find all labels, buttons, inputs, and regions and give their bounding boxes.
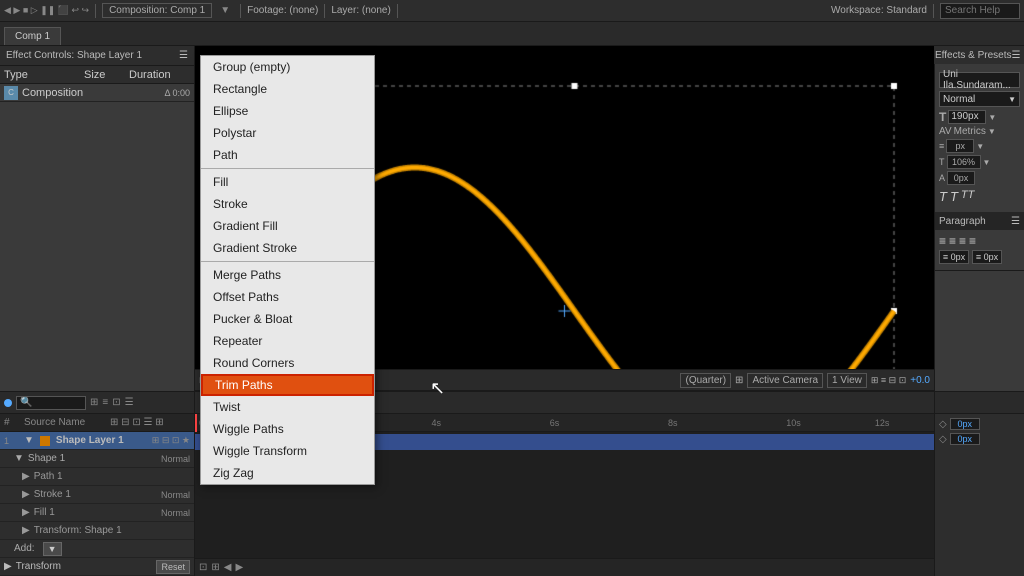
menu-item-gradient_fill[interactable]: Gradient Fill [201,215,374,237]
menu-sep-after-gradient_stroke [201,261,374,262]
menu-item-twist[interactable]: Twist [201,396,374,418]
menu-item-path[interactable]: Path [201,144,374,166]
menu-item-fill[interactable]: Fill [201,171,374,193]
menu-item-group[interactable]: Group (empty) [201,56,374,78]
menu-item-trim_paths[interactable]: Trim Paths [201,374,374,396]
menu-item-merge_paths[interactable]: Merge Paths [201,264,374,286]
menu-item-polystar[interactable]: Polystar [201,122,374,144]
menu-item-zig_zag[interactable]: Zig Zag [201,462,374,484]
menu-item-offset_paths[interactable]: Offset Paths [201,286,374,308]
menu-item-round_corners[interactable]: Round Corners [201,352,374,374]
menu-item-repeater[interactable]: Repeater [201,330,374,352]
menu-item-stroke[interactable]: Stroke [201,193,374,215]
menu-item-wiggle_paths[interactable]: Wiggle Paths [201,418,374,440]
menu-item-ellipse[interactable]: Ellipse [201,100,374,122]
menu-item-rectangle[interactable]: Rectangle [201,78,374,100]
menu-item-wiggle_transform[interactable]: Wiggle Transform [201,440,374,462]
dropdown-menu: Group (empty)RectangleEllipsePolystarPat… [200,55,375,485]
menu-item-gradient_stroke[interactable]: Gradient Stroke [201,237,374,259]
cursor-arrow: ↖ [430,378,445,399]
dropdown-overlay: Group (empty)RectangleEllipsePolystarPat… [0,0,1024,576]
menu-item-pucker_bloat[interactable]: Pucker & Bloat [201,308,374,330]
menu-sep-after-path [201,168,374,169]
